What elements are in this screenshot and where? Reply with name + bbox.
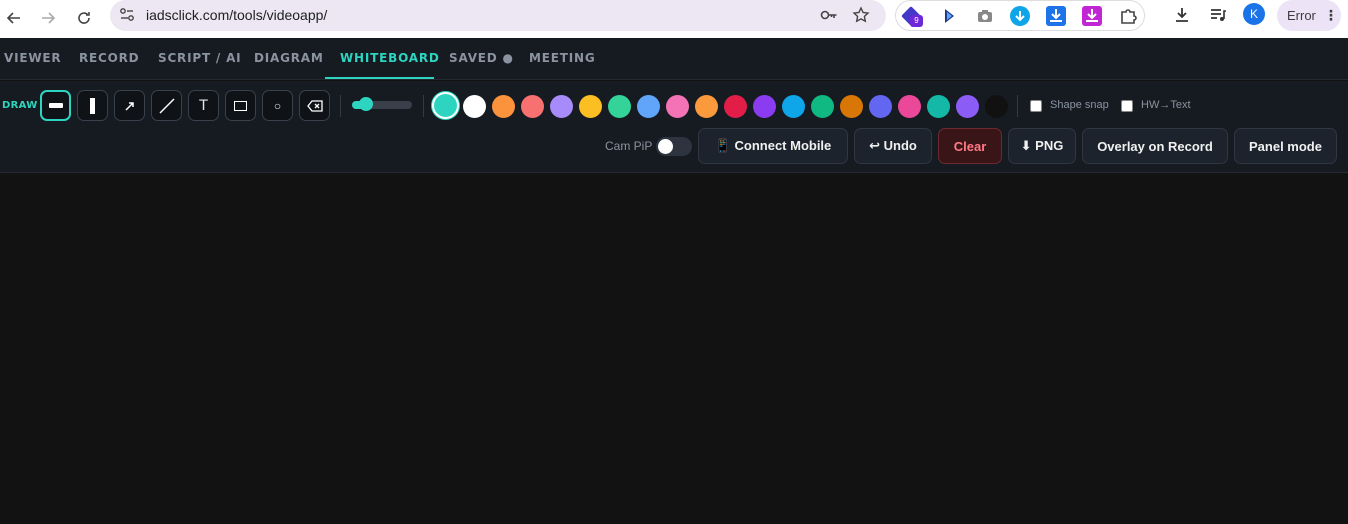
whiteboard-canvas[interactable] [0,174,1348,524]
rectangle-tool-button[interactable] [225,90,256,121]
reload-icon[interactable] [70,4,98,32]
color-swatch[interactable] [869,95,892,118]
media-controls-icon[interactable] [1208,5,1228,25]
pen-tool-button[interactable] [40,90,71,121]
error-menu-button[interactable]: Error ⋮ [1277,0,1341,31]
color-swatch[interactable] [840,95,863,118]
color-swatch[interactable] [432,92,459,119]
slider-thumb[interactable] [359,97,373,111]
panel-mode-button[interactable]: Panel mode [1234,128,1337,164]
rectangle-icon [234,100,247,111]
color-swatch[interactable] [695,95,718,118]
tab-diagram[interactable]: DIAGRAM [254,38,324,80]
text-icon: T [199,97,208,114]
pen-icon [48,103,63,108]
key-icon[interactable] [819,5,839,25]
toolbar-divider [340,95,341,117]
color-swatch[interactable] [463,95,486,118]
highlighter-icon [90,97,95,114]
overlay-on-record-button[interactable]: Overlay on Record [1082,128,1228,164]
hw-text-label: HW→Text [1141,99,1191,111]
toggle-knob [658,139,673,154]
shape-snap-checkbox[interactable] [1030,100,1042,112]
whiteboard-toolbar: DRAW T ○ Shape snap HW→Text Cam PiP 📱 Co… [0,81,1348,173]
color-swatch[interactable] [550,95,573,118]
circle-tool-button[interactable]: ○ [262,90,293,121]
color-swatch[interactable] [492,95,515,118]
tab-saved[interactable]: SAVED ● [449,38,514,80]
download-box-icon[interactable] [1046,6,1066,26]
color-swatch[interactable] [985,95,1008,118]
eraser-icon [306,99,323,112]
line-icon [158,97,175,114]
active-tab-indicator [325,77,434,79]
bookmark-star-icon[interactable] [851,5,871,25]
app-tab-bar: VIEWER RECORD SCRIPT / AI DIAGRAM WHITEB… [0,38,1348,80]
connect-mobile-button[interactable]: 📱 Connect Mobile [698,128,848,164]
color-swatch[interactable] [521,95,544,118]
downloads-icon[interactable] [1172,5,1192,25]
tab-viewer[interactable]: VIEWER [4,38,61,80]
color-swatch[interactable] [782,95,805,118]
stroke-size-slider[interactable] [352,97,412,111]
draw-label: DRAW [2,100,38,111]
browser-chrome: iadsclick.com/tools/videoapp/ 9 K Error … [0,0,1348,38]
site-settings-icon[interactable] [118,6,136,24]
profile-avatar[interactable]: K [1243,3,1265,25]
clear-button[interactable]: Clear [938,128,1002,164]
cam-pip-toggle[interactable] [656,137,692,156]
more-vert-icon: ⋮ [1323,7,1338,23]
hw-text-checkbox[interactable] [1121,100,1133,112]
tab-record[interactable]: RECORD [79,38,139,80]
color-swatch[interactable] [637,95,660,118]
color-swatch[interactable] [898,95,921,118]
extension-badge: 9 [910,15,923,27]
tab-script-ai[interactable]: SCRIPT / AI [158,38,241,80]
color-swatch[interactable] [956,95,979,118]
line-tool-button[interactable] [151,90,182,121]
arrow-tool-button[interactable] [114,90,145,121]
shape-snap-label: Shape snap [1050,99,1109,111]
eraser-tool-button[interactable] [299,90,330,121]
address-bar[interactable]: iadsclick.com/tools/videoapp/ [110,0,886,31]
png-export-button[interactable]: ⬇ PNG [1008,128,1076,164]
puzzle-icon[interactable] [1118,6,1138,26]
color-swatch[interactable] [608,95,631,118]
undo-button[interactable]: ↩ Undo [854,128,932,164]
error-label: Error [1287,8,1316,23]
color-swatch[interactable] [666,95,689,118]
cam-pip-label: Cam PiP [605,139,653,153]
color-swatch[interactable] [724,95,747,118]
extensions-area: 9 [895,0,1145,31]
highlighter-tool-button[interactable] [77,90,108,121]
download-magenta-icon[interactable] [1082,6,1102,26]
url-text[interactable]: iadsclick.com/tools/videoapp/ [146,7,327,23]
color-swatch[interactable] [927,95,950,118]
color-swatch[interactable] [579,95,602,118]
arrow-icon [124,101,134,111]
tab-meeting[interactable]: MEETING [529,38,595,80]
text-tool-button[interactable]: T [188,90,219,121]
color-swatch[interactable] [811,95,834,118]
download-circle-icon[interactable] [1010,6,1030,26]
back-icon[interactable] [0,4,28,32]
tab-whiteboard[interactable]: WHITEBOARD [340,38,440,80]
toolbar-divider [1017,95,1018,117]
forward-icon[interactable] [34,4,62,32]
camera-icon[interactable] [975,6,995,26]
color-swatch[interactable] [753,95,776,118]
circle-icon: ○ [273,98,282,113]
toolbar-divider [423,95,424,117]
extension-cursor-icon[interactable] [939,6,959,26]
